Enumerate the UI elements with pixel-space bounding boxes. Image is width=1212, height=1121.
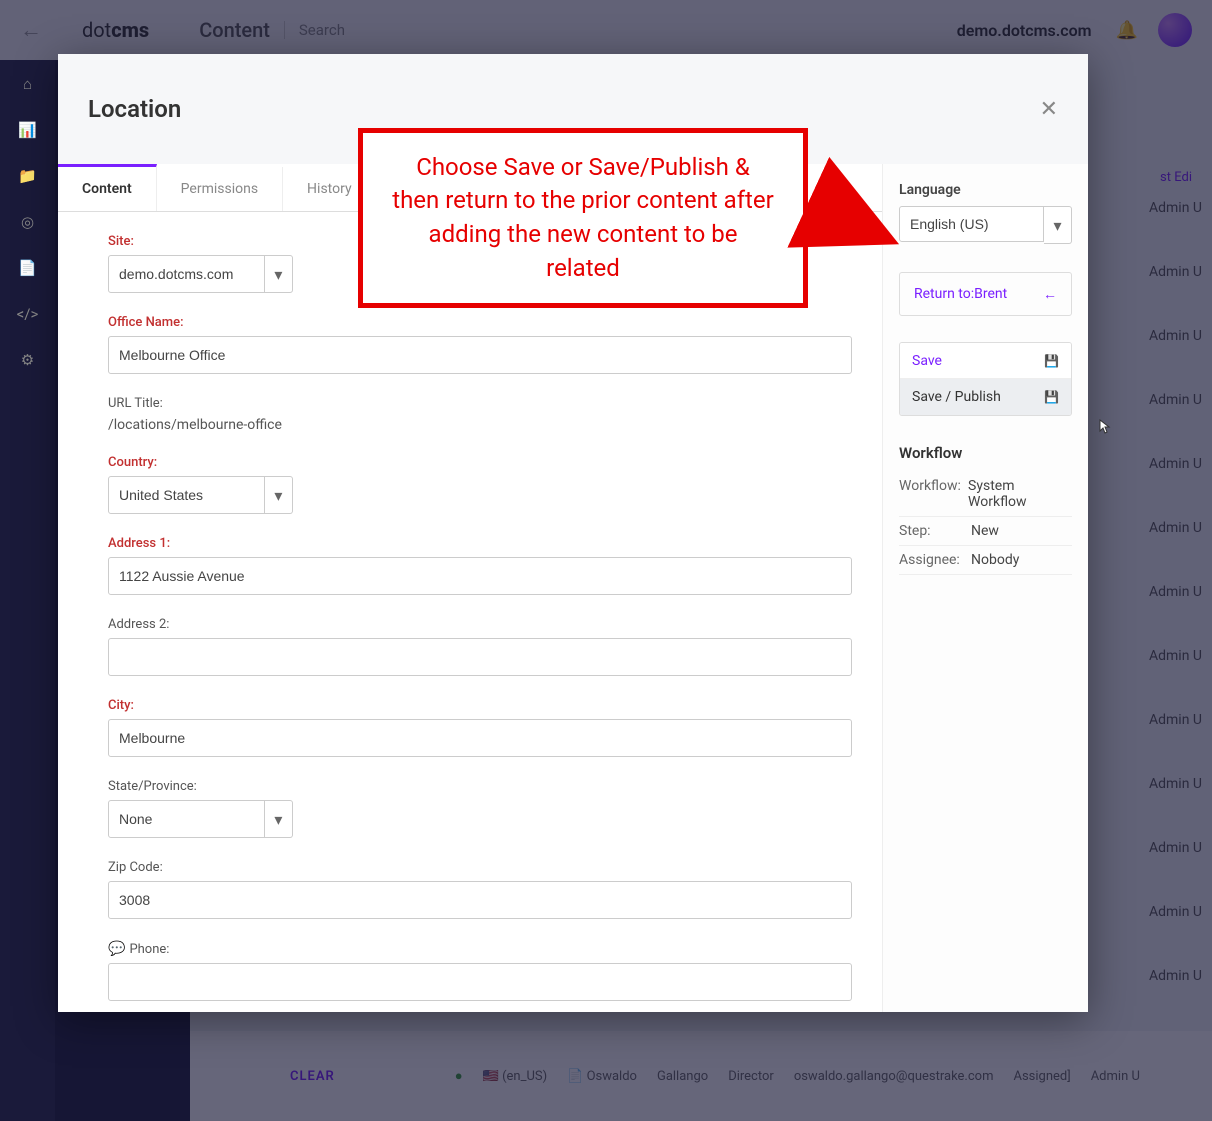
annotation-callout: Choose Save or Save/Publish & then retur… (358, 128, 808, 308)
action-list: Save 💾 Save / Publish 💾 (899, 342, 1072, 416)
rail-code-icon[interactable]: </> (17, 305, 39, 323)
country-select[interactable] (108, 476, 265, 514)
workflow-row: Workflow:System Workflow (899, 472, 1072, 517)
modal-title: Location (88, 95, 181, 123)
cursor-icon (1095, 419, 1111, 441)
rail-gear-icon[interactable]: ⚙ (21, 351, 34, 369)
address2-label: Address 2: (108, 617, 852, 632)
tab-content[interactable]: Content (58, 164, 157, 211)
save-publish-button[interactable]: Save / Publish 💾 (900, 379, 1071, 415)
phone-label: 💬 Phone: (108, 941, 852, 957)
city-input[interactable] (108, 719, 852, 757)
side-column: Language ▾ Return to:Brent ← Save 💾 Save… (883, 164, 1088, 1012)
site-dropdown-icon[interactable]: ▾ (265, 255, 293, 293)
workflow-assignee-row: Assignee:Nobody (899, 546, 1072, 575)
office-name-input[interactable] (108, 336, 852, 374)
language-dropdown-icon[interactable]: ▾ (1044, 206, 1072, 244)
rail-sitemap-icon[interactable]: 📊 (18, 121, 37, 139)
save-button[interactable]: Save 💾 (900, 343, 1071, 379)
address2-input[interactable] (108, 638, 852, 676)
return-arrow-icon: ← (1043, 286, 1057, 303)
state-select[interactable] (108, 800, 265, 838)
phone-icon: 💬 (108, 941, 125, 957)
return-to-button[interactable]: Return to:Brent ← (899, 272, 1072, 316)
state-label: State/Province: (108, 779, 852, 794)
phone-input[interactable] (108, 963, 852, 1001)
url-title-value: /locations/melbourne-office (108, 417, 852, 433)
address1-label: Address 1: (108, 536, 852, 551)
url-title-label: URL Title: (108, 396, 852, 411)
workflow-section: Workflow Workflow:System Workflow Step:N… (899, 444, 1072, 575)
country-label: Country: (108, 455, 852, 470)
state-dropdown-icon[interactable]: ▾ (265, 800, 293, 838)
zip-label: Zip Code: (108, 860, 852, 875)
address1-input[interactable] (108, 557, 852, 595)
disk-icon: 💾 (1044, 354, 1059, 368)
rail-file-icon[interactable]: 📄 (18, 259, 37, 277)
rail-target-icon[interactable]: ◎ (21, 213, 34, 231)
workflow-step-row: Step:New (899, 517, 1072, 546)
city-label: City: (108, 698, 852, 713)
country-dropdown-icon[interactable]: ▾ (265, 476, 293, 514)
tab-permissions[interactable]: Permissions (157, 167, 283, 211)
annotation-text: Choose Save or Save/Publish & then retur… (391, 151, 775, 285)
office-label: Office Name: (108, 315, 852, 330)
return-to-label: Return to:Brent (914, 286, 1007, 302)
rail-home-icon[interactable]: ⌂ (23, 75, 32, 93)
site-select[interactable] (108, 255, 265, 293)
disk-icon: 💾 (1044, 390, 1059, 404)
language-label: Language (899, 182, 1072, 198)
close-icon[interactable]: ✕ (1040, 97, 1058, 122)
left-rail: ⌂ 📊 📁 ◎ 📄 </> ⚙ (0, 60, 55, 1121)
zip-input[interactable] (108, 881, 852, 919)
rail-folder-icon[interactable]: 📁 (18, 167, 37, 185)
workflow-title: Workflow (899, 444, 1072, 462)
